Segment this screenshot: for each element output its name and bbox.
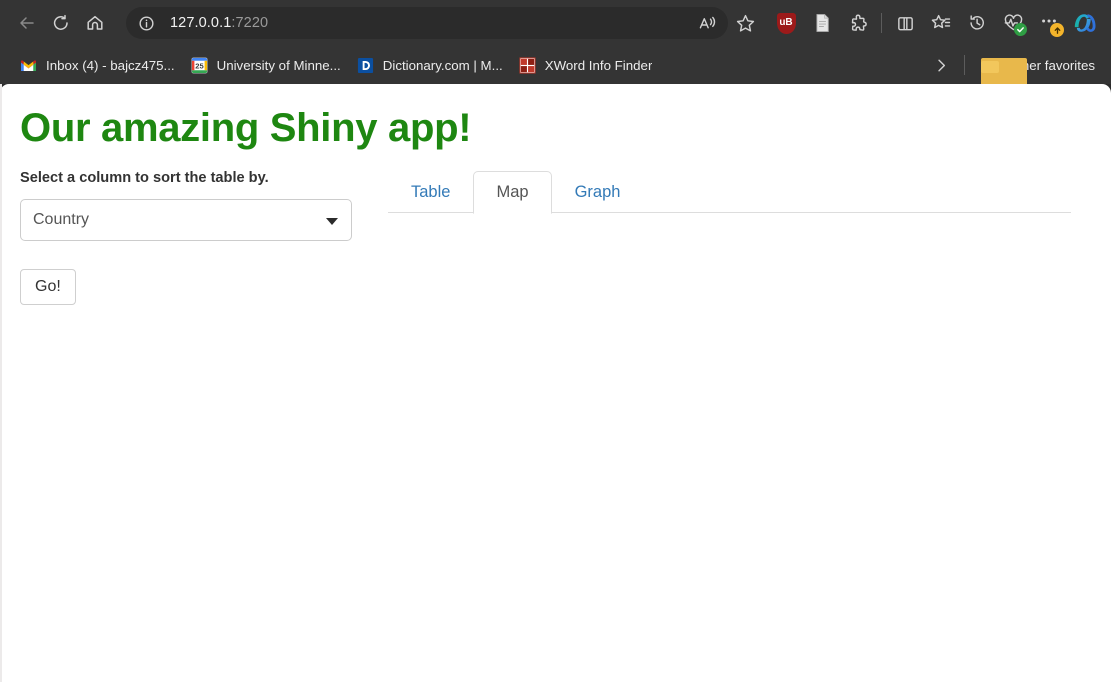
arrow-up-icon [1053, 26, 1062, 35]
collections-button[interactable] [923, 7, 959, 39]
read-aloud-button[interactable] [692, 10, 722, 36]
tab-graph[interactable]: Graph [552, 171, 644, 215]
essentials-check-badge [1014, 23, 1027, 36]
bookmark-label: University of Minne... [217, 58, 341, 73]
xword-icon [519, 57, 536, 74]
chevron-right-icon [933, 57, 950, 74]
shiny-app-page: Our amazing Shiny app! Select a column t… [0, 84, 1111, 682]
ublock-shield-icon: uB [777, 13, 796, 34]
browser-toolbar: 127.0.0.1:7220 uB [0, 0, 1111, 46]
history-clock-icon [967, 13, 987, 33]
copilot-button[interactable] [1067, 7, 1103, 39]
history-button[interactable] [959, 7, 995, 39]
home-button[interactable] [78, 8, 112, 38]
main-panel: Table Map Graph [372, 170, 1071, 514]
browser-chrome: 127.0.0.1:7220 uB [0, 0, 1111, 84]
viewport-left-edge [0, 84, 2, 682]
other-favorites-button[interactable]: Other favorites [973, 52, 1103, 78]
tab-table[interactable]: Table [388, 171, 473, 215]
url-input[interactable]: 127.0.0.1:7220 [160, 15, 692, 31]
bookmarks-separator [964, 55, 965, 75]
refresh-icon [51, 13, 71, 33]
tabset: Table Map Graph [388, 170, 1071, 514]
app-layout-row: Select a column to sort the table by. Co… [20, 170, 1071, 514]
google-calendar-icon: 25 [191, 57, 208, 74]
toolbar-separator [881, 13, 882, 33]
add-favorite-button[interactable] [728, 8, 762, 38]
dictionary-icon [357, 57, 374, 74]
puzzle-piece-icon [849, 14, 868, 33]
url-host: 127.0.0.1 [170, 15, 231, 31]
copilot-icon [1072, 11, 1098, 35]
app-container: Our amazing Shiny app! Select a column t… [0, 106, 1091, 514]
extensions-button[interactable] [840, 7, 876, 39]
back-arrow-icon [17, 13, 37, 33]
ublock-origin-button[interactable]: uB [768, 7, 804, 39]
svg-text:25: 25 [195, 61, 203, 70]
info-icon [138, 15, 155, 32]
page-title: Our amazing Shiny app! [20, 106, 1071, 150]
go-button[interactable]: Go! [20, 269, 76, 306]
select-column-label: Select a column to sort the table by. [20, 170, 357, 188]
star-icon [735, 13, 756, 34]
collections-star-icon [931, 13, 951, 33]
gmail-icon [20, 57, 37, 74]
page-viewport: Our amazing Shiny app! Select a column t… [0, 84, 1111, 682]
bookmark-label: Dictionary.com | M... [383, 58, 503, 73]
url-port: :7220 [231, 15, 268, 31]
bookmark-label: XWord Info Finder [545, 58, 653, 73]
bookmarks-overflow-button[interactable] [928, 52, 956, 78]
reading-mode-button[interactable] [804, 7, 840, 39]
sort-column-select[interactable]: Country [20, 199, 352, 241]
folder-icon [981, 58, 999, 73]
tab-map[interactable]: Map [473, 171, 551, 215]
split-screen-icon [896, 14, 915, 33]
select-column-wrapper: Country [20, 199, 352, 241]
document-icon [813, 13, 832, 33]
settings-and-more-button[interactable] [1031, 7, 1067, 39]
home-icon [85, 13, 105, 33]
bookmark-gmail[interactable]: Inbox (4) - bajcz475... [12, 52, 183, 78]
address-bar[interactable]: 127.0.0.1:7220 [126, 7, 728, 39]
tab-list: Table Map Graph [388, 170, 1071, 213]
update-available-badge [1050, 23, 1064, 37]
tab-panel-map [388, 214, 1071, 514]
check-icon [1016, 25, 1025, 34]
bookmark-xword-info-finder[interactable]: XWord Info Finder [511, 52, 661, 78]
bookmark-label: Inbox (4) - bajcz475... [46, 58, 175, 73]
site-info-button[interactable] [132, 10, 160, 36]
refresh-button[interactable] [44, 8, 78, 38]
read-aloud-icon [698, 15, 717, 32]
bookmark-dictionary[interactable]: Dictionary.com | M... [349, 52, 511, 78]
browser-essentials-button[interactable] [995, 7, 1031, 39]
bookmark-university-of-minnesota[interactable]: 25 University of Minne... [183, 52, 349, 78]
back-button[interactable] [10, 8, 44, 38]
split-screen-button[interactable] [887, 7, 923, 39]
sidebar-panel: Select a column to sort the table by. Co… [20, 170, 372, 305]
bookmarks-bar: Inbox (4) - bajcz475... 25 University of… [0, 46, 1111, 84]
